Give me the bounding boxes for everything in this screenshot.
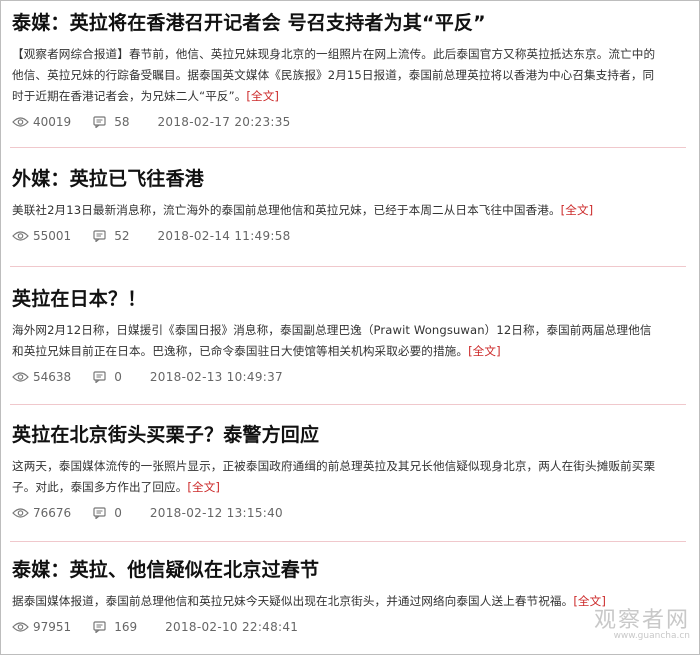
article-title[interactable]: 泰媒：英拉将在香港召开记者会 号召支持者为其“平反” (12, 10, 688, 36)
article-meta: 97951 169 2018-02-10 22:48:41 (12, 618, 688, 636)
eye-icon (12, 372, 29, 382)
comment-count: 169 (114, 620, 138, 634)
view-count: 55001 (33, 229, 72, 243)
read-more-link[interactable]: [全文] (468, 344, 501, 358)
read-more-link[interactable]: [全文] (187, 480, 220, 494)
article-meta: 76676 0 2018-02-12 13:15:40 (12, 504, 688, 522)
summary-line: 海外网2月12日称，日媒援引《泰国日报》消息称，泰国副总理巴逸（Prawit W… (12, 323, 652, 337)
article-summary: 海外网2月12日称，日媒援引《泰国日报》消息称，泰国副总理巴逸（Prawit W… (12, 320, 688, 362)
view-count: 40019 (33, 115, 72, 129)
view-count: 76676 (33, 506, 72, 520)
view-count: 54638 (33, 370, 72, 384)
comment-icon (93, 230, 106, 242)
eye-icon (12, 508, 29, 518)
article-item: 泰媒：英拉、他信疑似在北京过春节 据泰国媒体报道，泰国前总理他信和英拉兄妹今天疑… (12, 557, 688, 636)
comment-icon (93, 371, 106, 383)
eye-icon (12, 231, 29, 241)
article-meta: 55001 52 2018-02-14 11:49:58 (12, 227, 688, 245)
eye-icon (12, 117, 29, 127)
publish-date: 2018-02-14 11:49:58 (157, 229, 291, 243)
summary-line: 美联社2月13日最新消息称，流亡海外的泰国前总理他信和英拉兄妹，已经于本周二从日… (12, 203, 561, 217)
summary-line: 据泰国媒体报道，泰国前总理他信和英拉兄妹今天疑似出现在北京街头，并通过网络向泰国… (12, 594, 574, 608)
article-summary: 【观察者网综合报道】春节前，他信、英拉兄妹现身北京的一组照片在网上流传。此后泰国… (12, 44, 688, 107)
comment-icon (93, 116, 106, 128)
publish-date: 2018-02-17 20:23:35 (157, 115, 291, 129)
comment-icon (93, 621, 106, 633)
summary-line: 【观察者网综合报道】春节前，他信、英拉兄妹现身北京的一组照片在网上流传。此后泰国… (12, 47, 656, 61)
publish-date: 2018-02-12 13:15:40 (149, 506, 283, 520)
article-meta: 54638 0 2018-02-13 10:49:37 (12, 368, 688, 386)
comment-icon (93, 507, 106, 519)
publish-date: 2018-02-10 22:48:41 (165, 620, 299, 634)
article-title[interactable]: 外媒：英拉已飞往香港 (12, 166, 688, 192)
summary-line: 他信、英拉兄妹的行踪备受瞩目。据泰国英文媒体《民族报》2月15日报道，泰国前总理… (12, 68, 655, 82)
article-title[interactable]: 英拉在日本？！ (12, 286, 688, 312)
article-meta: 40019 58 2018-02-17 20:23:35 (12, 113, 688, 131)
article-title[interactable]: 泰媒：英拉、他信疑似在北京过春节 (12, 557, 688, 583)
comment-count: 0 (114, 370, 122, 384)
summary-line: 这两天，泰国媒体流传的一张照片显示，正被泰国政府通缉的前总理英拉及其兄长他信疑似… (12, 459, 656, 473)
article-summary: 这两天，泰国媒体流传的一张照片显示，正被泰国政府通缉的前总理英拉及其兄长他信疑似… (12, 456, 688, 498)
comment-count: 52 (114, 229, 130, 243)
article-item: 英拉在北京街头买栗子？泰警方回应 这两天，泰国媒体流传的一张照片显示，正被泰国政… (12, 422, 688, 522)
watermark-text: 观察者网 (593, 608, 690, 633)
article-divider (10, 404, 686, 405)
read-more-link[interactable]: [全文] (246, 89, 279, 103)
article-item: 外媒：英拉已飞往香港 美联社2月13日最新消息称，流亡海外的泰国前总理他信和英拉… (12, 166, 688, 245)
article-divider (10, 266, 686, 267)
article-divider (10, 147, 686, 148)
article-summary: 美联社2月13日最新消息称，流亡海外的泰国前总理他信和英拉兄妹，已经于本周二从日… (12, 200, 688, 221)
publish-date: 2018-02-13 10:49:37 (149, 370, 283, 384)
summary-line: 时于近期在香港记者会，为兄妹二人“平反”。 (12, 89, 247, 103)
article-item: 泰媒：英拉将在香港召开记者会 号召支持者为其“平反” 【观察者网综合报道】春节前… (12, 10, 688, 131)
site-watermark: 观察者网 www.guancha.cn (594, 602, 690, 641)
article-title[interactable]: 英拉在北京街头买栗子？泰警方回应 (12, 422, 688, 448)
article-divider (10, 541, 686, 542)
view-count: 97951 (33, 620, 72, 634)
summary-line: 子。对此，泰国多方作出了回应。 (12, 480, 188, 494)
read-more-link[interactable]: [全文] (561, 203, 594, 217)
article-summary: 据泰国媒体报道，泰国前总理他信和英拉兄妹今天疑似出现在北京街头，并通过网络向泰国… (12, 591, 688, 612)
comment-count: 58 (114, 115, 130, 129)
eye-icon (12, 622, 29, 632)
comment-count: 0 (114, 506, 122, 520)
article-item: 英拉在日本？！ 海外网2月12日称，日媒援引《泰国日报》消息称，泰国副总理巴逸（… (12, 286, 688, 386)
summary-line: 和英拉兄妹目前正在日本。巴逸称，已命令泰国驻日大使馆等相关机构采取必要的措施。 (12, 344, 469, 358)
